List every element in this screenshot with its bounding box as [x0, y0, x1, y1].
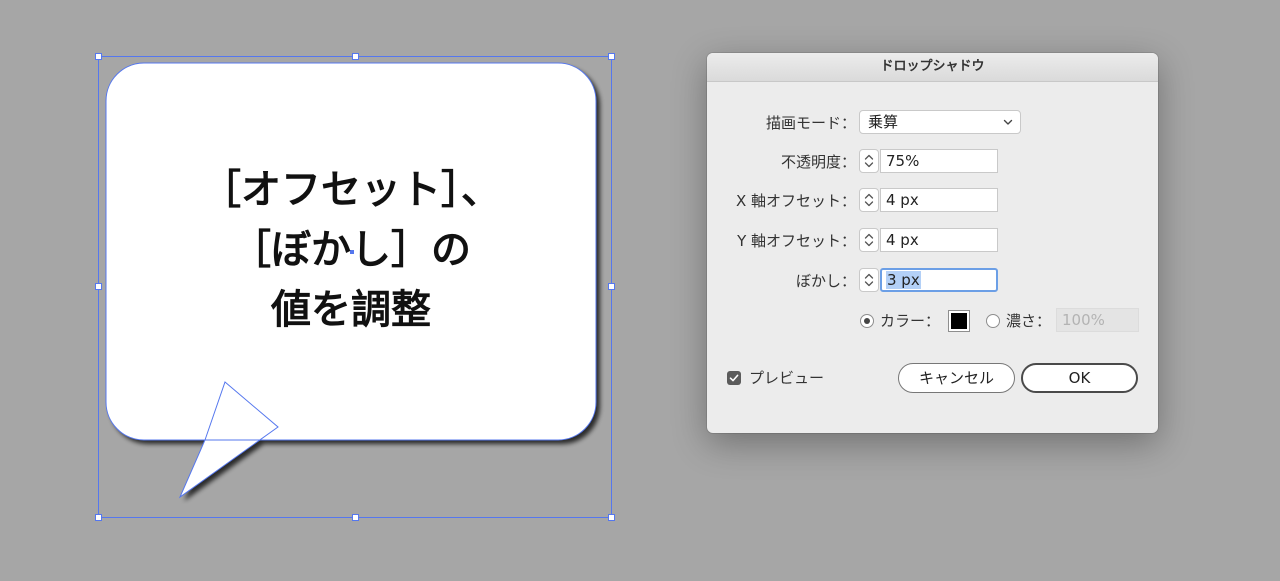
x-offset-input[interactable]: 4 px	[880, 188, 998, 212]
blur-input[interactable]: 3 px	[880, 268, 998, 292]
mode-select[interactable]: 乗算	[859, 110, 1021, 134]
opacity-value: 75%	[886, 152, 920, 170]
drop-shadow-dialog: ドロップシャドウ 描画モード： 乗算 不透明度： 75% X 軸オフセット： 4…	[707, 53, 1158, 433]
shadow-color-row: カラー： 濃さ： 100%	[707, 308, 1158, 334]
resize-handle-top[interactable]	[352, 53, 359, 60]
opacity-input[interactable]: 75%	[880, 149, 998, 173]
ok-button[interactable]: OK	[1021, 363, 1138, 393]
stepper-arrows-icon	[864, 193, 874, 207]
opacity-label: 不透明度：	[780, 153, 856, 171]
darkness-input[interactable]: 100%	[1056, 308, 1139, 332]
blur-value: 3 px	[886, 271, 921, 289]
darkness-value: 100%	[1062, 311, 1105, 329]
checkmark-icon	[729, 374, 739, 382]
preview-checkbox[interactable]	[727, 371, 741, 385]
x-offset-stepper[interactable]	[859, 188, 879, 212]
cancel-button[interactable]: キャンセル	[898, 363, 1015, 393]
x-offset-value: 4 px	[886, 191, 919, 209]
opacity-stepper[interactable]	[859, 149, 879, 173]
color-radio[interactable]	[860, 314, 874, 328]
blur-label: ぼかし：	[795, 272, 856, 290]
resize-handle-top-right[interactable]	[608, 53, 615, 60]
y-offset-row: Y 軸オフセット： 4 px	[707, 228, 1158, 254]
preview-label: プレビュー	[749, 369, 825, 387]
resize-handle-bottom-right[interactable]	[608, 514, 615, 521]
dialog-footer: プレビュー キャンセル OK	[707, 362, 1158, 394]
caption-line-2: ［ぼかし］の	[231, 227, 471, 273]
y-offset-label: Y 軸オフセット：	[737, 232, 856, 250]
mode-label: 描画モード：	[765, 114, 856, 132]
dialog-title[interactable]: ドロップシャドウ	[707, 53, 1158, 82]
resize-handle-bottom-left[interactable]	[95, 514, 102, 521]
stepper-arrows-icon	[864, 273, 874, 287]
x-offset-label: X 軸オフセット：	[735, 192, 856, 210]
stepper-arrows-icon	[864, 154, 874, 168]
darkness-radio-label: 濃さ：	[1006, 312, 1052, 330]
blur-row: ぼかし： 3 px	[707, 268, 1158, 294]
caption-line-3: 値を調整	[271, 287, 431, 333]
caption-line-1: ［オフセット］、	[201, 167, 501, 213]
shadow-color-fill	[951, 313, 967, 329]
darkness-radio[interactable]	[986, 314, 1000, 328]
resize-handle-right[interactable]	[608, 283, 615, 290]
blur-stepper[interactable]	[859, 268, 879, 292]
resize-handle-bottom[interactable]	[352, 514, 359, 521]
y-offset-value: 4 px	[886, 231, 919, 249]
resize-handle-top-left[interactable]	[95, 53, 102, 60]
chevron-down-icon	[1003, 119, 1013, 125]
shadow-color-swatch[interactable]	[948, 310, 970, 332]
opacity-row: 不透明度： 75%	[707, 149, 1158, 175]
color-radio-label: カラー：	[880, 312, 941, 330]
bubble-caption: ［オフセット］、 ［ぼかし］の 値を調整	[106, 160, 596, 340]
y-offset-stepper[interactable]	[859, 228, 879, 252]
mode-row: 描画モード： 乗算	[707, 110, 1158, 136]
stepper-arrows-icon	[864, 233, 874, 247]
y-offset-input[interactable]: 4 px	[880, 228, 998, 252]
x-offset-row: X 軸オフセット： 4 px	[707, 188, 1158, 214]
mode-select-value: 乗算	[868, 113, 899, 131]
resize-handle-left[interactable]	[95, 283, 102, 290]
